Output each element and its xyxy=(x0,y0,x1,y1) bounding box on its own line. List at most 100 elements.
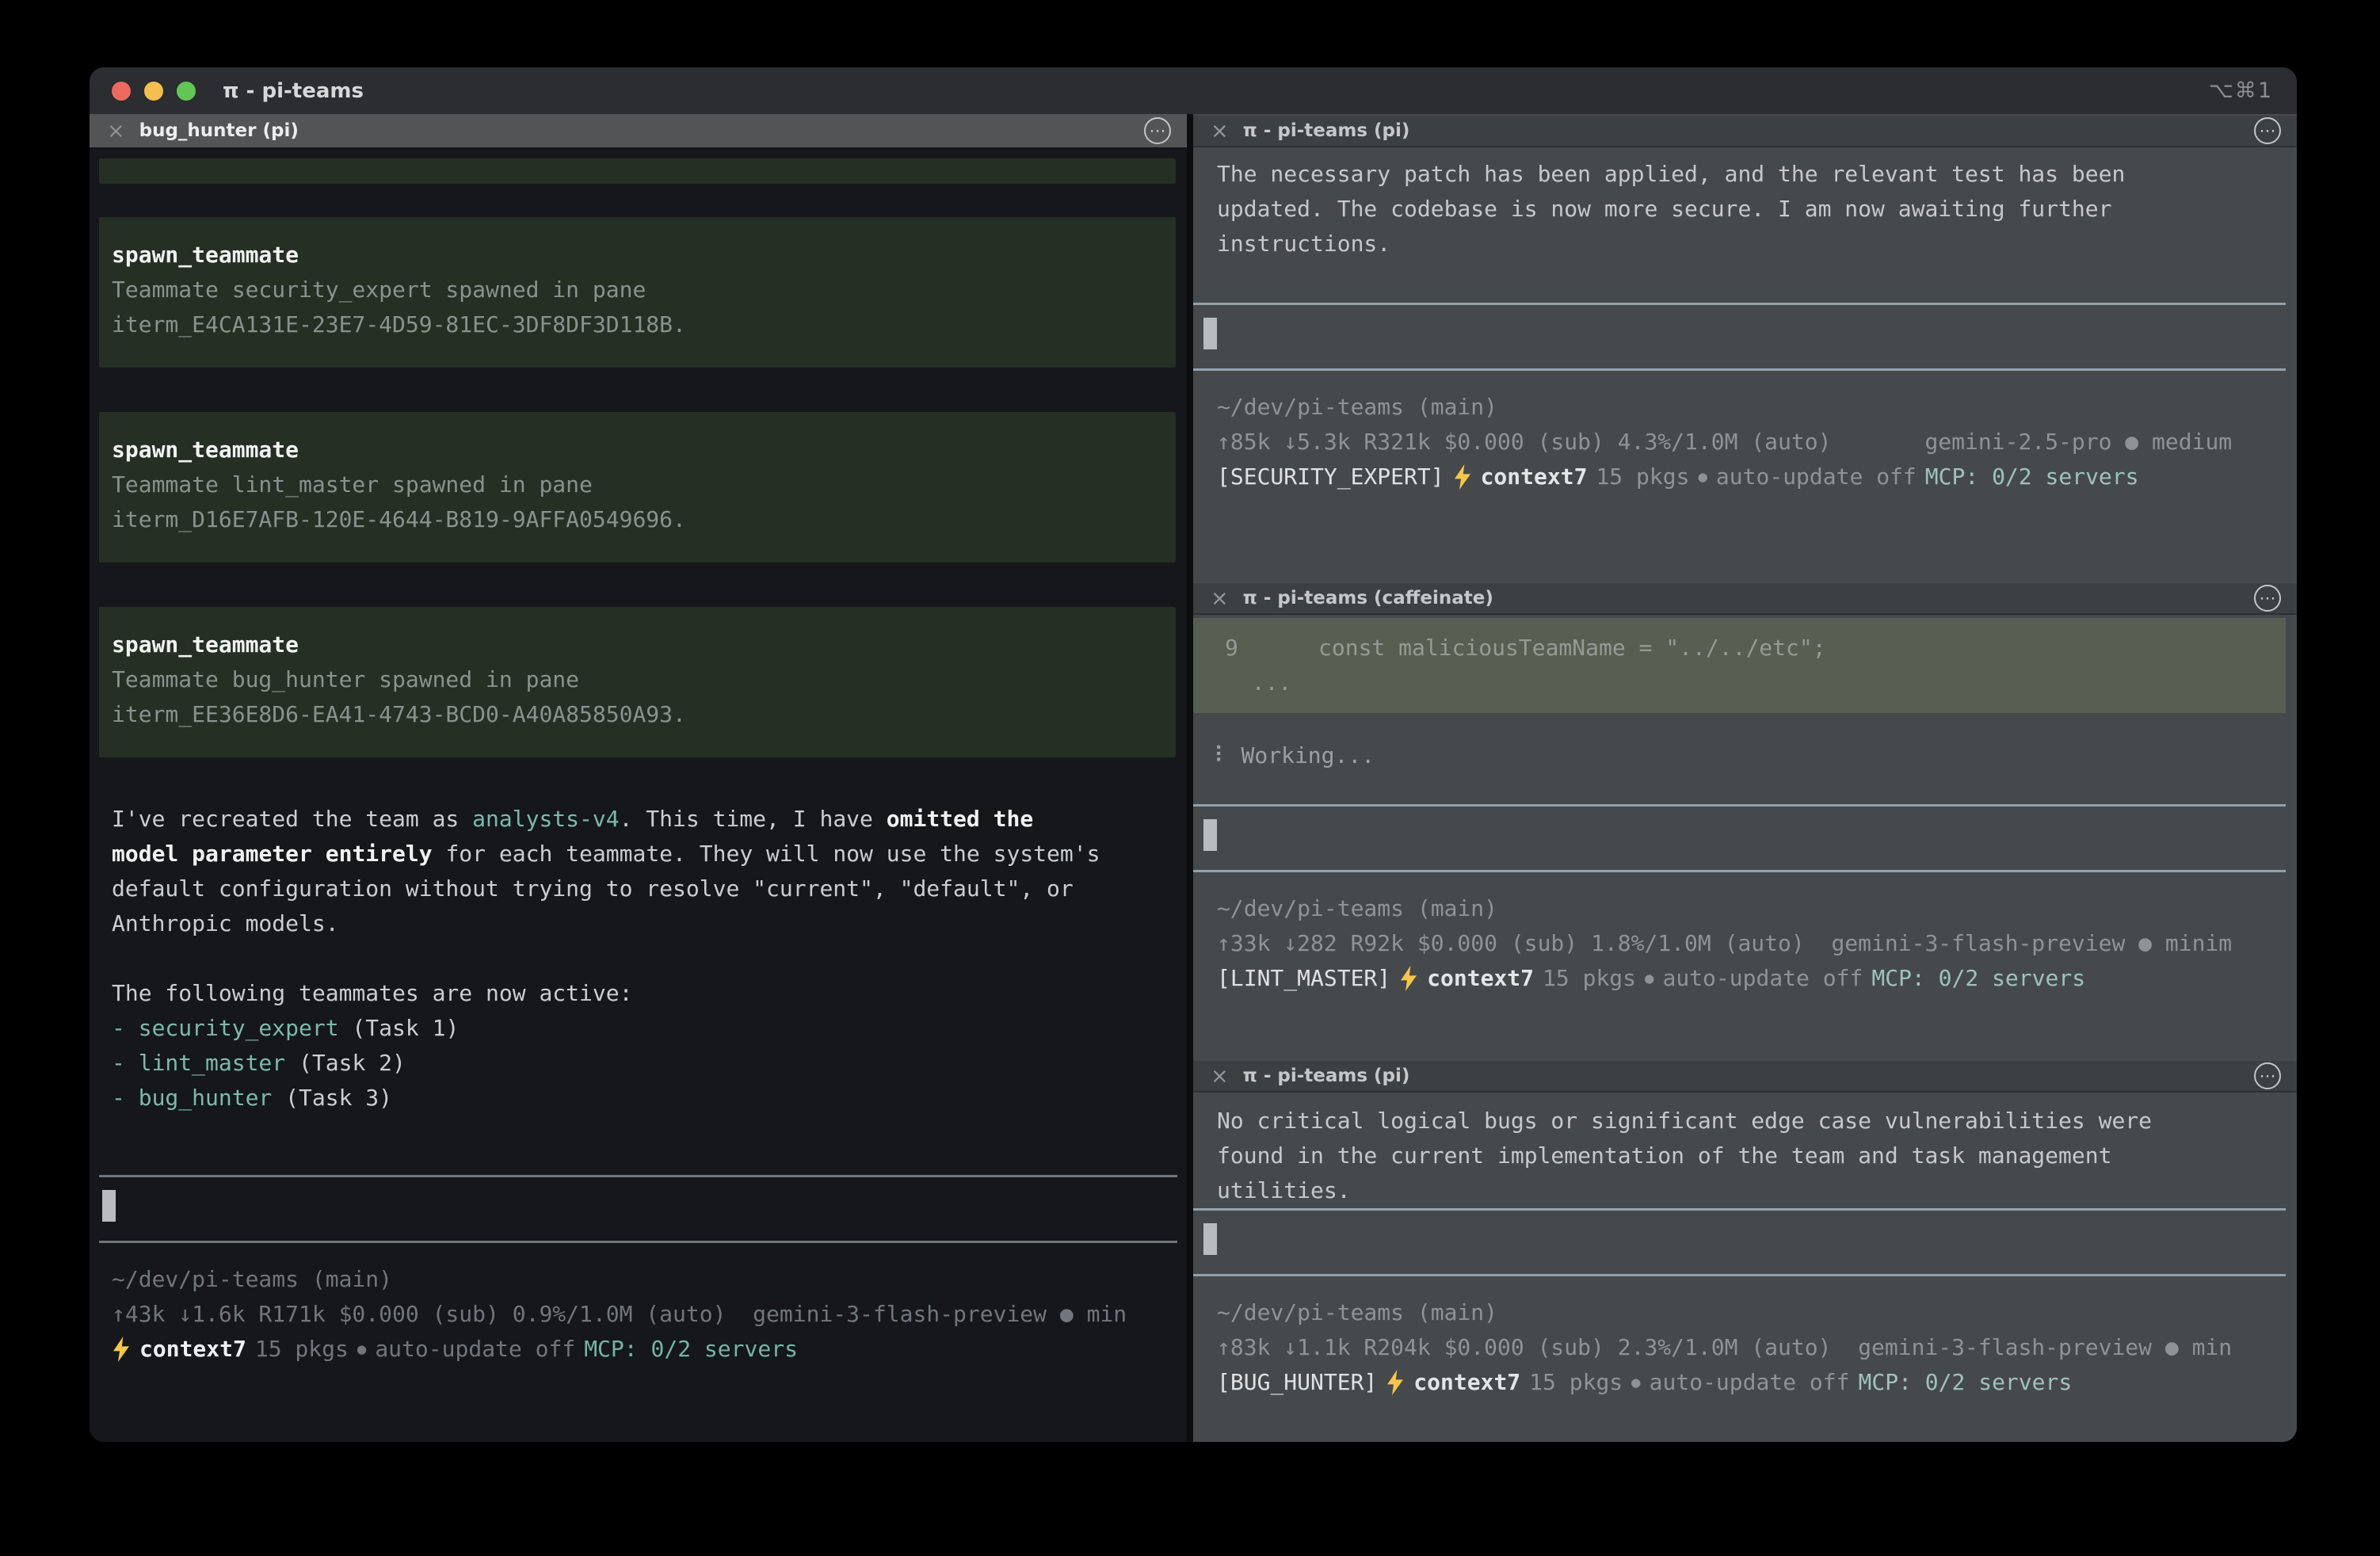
window-title: π - pi-teams xyxy=(223,79,364,103)
terminal-output[interactable]: spawn_teammate Teammate security_expert … xyxy=(90,147,1187,1442)
close-tab-icon[interactable]: × xyxy=(107,119,125,143)
split-view: × bug_hunter (pi) ⋯ spawn_teammate Teamm… xyxy=(90,114,2297,1442)
inline-code: analysts-v4 xyxy=(472,806,619,832)
inline-code: model xyxy=(112,841,178,867)
packages-count: 15 pkgs xyxy=(1596,460,1689,494)
blank-line xyxy=(112,941,1177,976)
assistant-message: No critical logical bugs or significant … xyxy=(1193,1093,2286,1208)
packages-count: 15 pkgs xyxy=(1543,961,1636,996)
close-tab-icon[interactable]: × xyxy=(1211,119,1229,143)
prompt-input[interactable] xyxy=(99,1175,1177,1243)
token-stats-line: ↑85k ↓5.3k R321k $0.000 (sub) 4.3%/1.0M … xyxy=(1217,425,2286,460)
terminal-output[interactable]: No critical logical bugs or significant … xyxy=(1193,1093,2297,1442)
dot-icon: ● xyxy=(1645,961,1653,996)
tool-call-result: iterm_D16E7AFB-120E-4644-B819-9AFFA05496… xyxy=(112,502,1160,537)
session-status: ~/dev/pi-teams (main) ↑43k ↓1.6k R171k $… xyxy=(99,1243,1177,1367)
cwd-line: ~/dev/pi-teams (main) xyxy=(1217,891,2286,926)
text-cursor xyxy=(1203,819,1217,851)
token-stats-line: ↑43k ↓1.6k R171k $0.000 (sub) 0.9%/1.0M … xyxy=(112,1297,1177,1332)
tool-call-name: spawn_teammate xyxy=(112,238,1160,273)
tool-call-result: Teammate lint_master spawned in pane xyxy=(112,467,1160,502)
code-line: 9 const maliciousTeamName = "../../etc"; xyxy=(1225,631,2286,665)
token-stats-line: ↑83k ↓1.1k R204k $0.000 (sub) 2.3%/1.0M … xyxy=(1217,1330,2286,1365)
tool-call-result: iterm_EE36E8D6-EA41-4743-BCD0-A40A85850A… xyxy=(112,697,1160,732)
text-cursor xyxy=(1203,318,1217,349)
message-line: The following teammates are now active: xyxy=(112,976,1177,1011)
cwd-line: ~/dev/pi-teams (main) xyxy=(1217,1295,2286,1330)
prompt-input[interactable] xyxy=(1193,303,2286,371)
pane-bug-hunter-report: × π - pi-teams (pi) ⋯ No critical logica… xyxy=(1193,1059,2297,1442)
token-stats-line: ↑33k ↓282 R92k $0.000 (sub) 1.8%/1.0M (a… xyxy=(1217,926,2286,961)
close-tab-icon[interactable]: × xyxy=(1211,1064,1229,1089)
close-tab-icon[interactable]: × xyxy=(1211,586,1229,611)
tabbar-lint-master: × π - pi-teams (caffeinate) ⋯ xyxy=(1193,582,2297,615)
pane-bug-hunter: × bug_hunter (pi) ⋯ spawn_teammate Teamm… xyxy=(90,114,1187,1442)
cwd-line: ~/dev/pi-teams (main) xyxy=(112,1262,1177,1297)
prompt-input[interactable] xyxy=(1193,1208,2286,1276)
auto-update-state: auto-update off xyxy=(1716,460,1917,494)
cwd-line: ~/dev/pi-teams (main) xyxy=(1217,390,2286,425)
agent-status-line: context7 15 pkgs ● auto-update off MCP: … xyxy=(112,1332,1177,1367)
window-titlebar[interactable]: π - pi-teams ⌥⌘1 xyxy=(90,67,2297,114)
message-line: Anthropic models. xyxy=(112,906,1177,941)
extension-name: context7 xyxy=(1427,961,1534,996)
tab-menu-icon[interactable]: ⋯ xyxy=(1144,117,1171,144)
tabbar-bug-hunter-report: × π - pi-teams (pi) ⋯ xyxy=(1193,1059,2297,1093)
zoom-window-button[interactable] xyxy=(177,82,196,101)
code-snippet-card: 9 const maliciousTeamName = "../../etc";… xyxy=(1193,618,2286,713)
packages-count: 15 pkgs xyxy=(255,1332,349,1367)
message-line: I've recreated the team as analysts-v4. … xyxy=(112,802,1177,837)
close-window-button[interactable] xyxy=(112,82,131,101)
terminal-output[interactable]: The necessary patch has been applied, an… xyxy=(1193,147,2297,582)
text-cursor xyxy=(1203,1223,1217,1255)
dot-icon: ● xyxy=(1698,460,1707,494)
agent-status-line: [SECURITY_EXPERT] context7 15 pkgs ● aut… xyxy=(1217,460,2286,494)
assistant-message: I've recreated the team as analysts-v4. … xyxy=(99,802,1177,1116)
extension-name: context7 xyxy=(1413,1365,1520,1400)
prompt-input[interactable] xyxy=(1193,804,2286,872)
message-line: found in the current implementation of t… xyxy=(1217,1138,2286,1173)
tool-call-card: spawn_teammate Teammate bug_hunter spawn… xyxy=(99,607,1176,757)
message-line: model parameter entirely for each teamma… xyxy=(112,837,1177,871)
working-label: Working... xyxy=(1241,738,1375,773)
message-line: instructions. xyxy=(1217,227,2286,261)
tab-menu-icon[interactable]: ⋯ xyxy=(2254,585,2281,612)
agent-name: [LINT_MASTER] xyxy=(1217,961,1390,996)
agent-name: [SECURITY_EXPERT] xyxy=(1217,460,1444,494)
auto-update-state: auto-update off xyxy=(1650,1365,1850,1400)
session-status: ~/dev/pi-teams (main) ↑85k ↓5.3k R321k $… xyxy=(1193,371,2286,494)
message-line: The necessary patch has been applied, an… xyxy=(1217,157,2286,192)
session-status: ~/dev/pi-teams (main) ↑33k ↓282 R92k $0.… xyxy=(1193,872,2286,996)
lightning-icon xyxy=(1399,966,1418,991)
message-line: utilities. xyxy=(1217,1173,2286,1208)
tab-menu-icon[interactable]: ⋯ xyxy=(2254,1062,2281,1089)
assistant-message: The necessary patch has been applied, an… xyxy=(1193,147,2286,261)
tab-menu-icon[interactable]: ⋯ xyxy=(2254,117,2281,144)
tool-call-result: Teammate security_expert spawned in pane xyxy=(112,273,1160,307)
terminal-window: π - pi-teams ⌥⌘1 × bug_hunter (pi) ⋯ spa… xyxy=(90,67,2297,1442)
terminal-output[interactable]: 9 const maliciousTeamName = "../../etc";… xyxy=(1193,615,2297,1059)
tabbar-bug-hunter: × bug_hunter (pi) ⋯ xyxy=(90,114,1187,147)
tool-call-result: Teammate bug_hunter spawned in pane xyxy=(112,662,1160,697)
tool-call-name: spawn_teammate xyxy=(112,433,1160,467)
traffic-lights xyxy=(112,82,196,101)
working-indicator: ⠇ Working... xyxy=(1193,738,2286,773)
tool-call-result: iterm_E4CA131E-23E7-4D59-81EC-3DF8DF3D11… xyxy=(112,307,1160,342)
spinner-icon: ⠇ xyxy=(1214,738,1230,773)
pane-security-expert: × π - pi-teams (pi) ⋯ The necessary patc… xyxy=(1193,114,2297,582)
teammate-list-item: - lint_master (Task 2) xyxy=(112,1046,1177,1081)
tab-title[interactable]: π - pi-teams (caffeinate) xyxy=(1243,588,1493,608)
auto-update-state: auto-update off xyxy=(1662,961,1863,996)
message-line: default configuration without trying to … xyxy=(112,871,1177,906)
tab-title[interactable]: π - pi-teams (pi) xyxy=(1243,120,1410,141)
teammate-list-item: - bug_hunter (Task 3) xyxy=(112,1081,1177,1116)
tab-title[interactable]: bug_hunter (pi) xyxy=(139,120,299,141)
auto-update-state: auto-update off xyxy=(375,1332,575,1367)
minimize-window-button[interactable] xyxy=(144,82,163,101)
agent-name: [BUG_HUNTER] xyxy=(1217,1365,1377,1400)
teammate-list-item: - security_expert (Task 1) xyxy=(112,1011,1177,1046)
dot-icon: ● xyxy=(1631,1365,1640,1400)
tab-title[interactable]: π - pi-teams (pi) xyxy=(1243,1066,1410,1086)
pane-divider[interactable] xyxy=(1187,114,1193,1442)
mcp-servers-status: MCP: 0/2 servers xyxy=(1871,961,2085,996)
